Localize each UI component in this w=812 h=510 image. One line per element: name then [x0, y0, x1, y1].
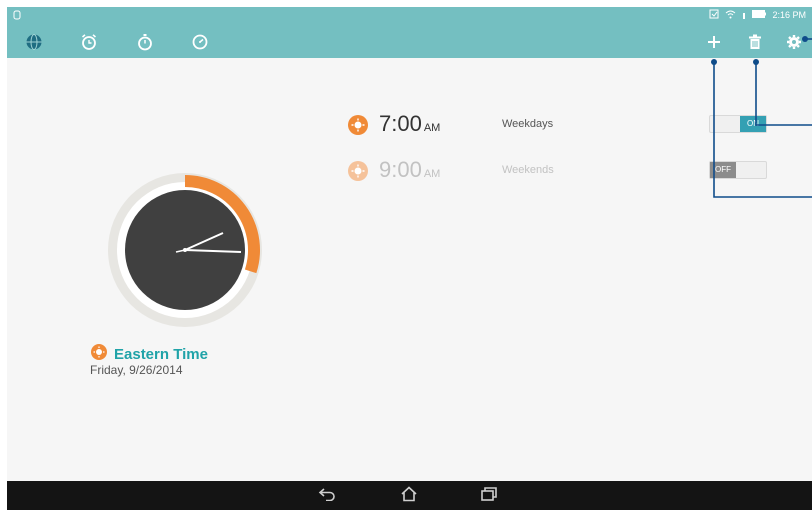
callout-lines — [711, 36, 812, 198]
